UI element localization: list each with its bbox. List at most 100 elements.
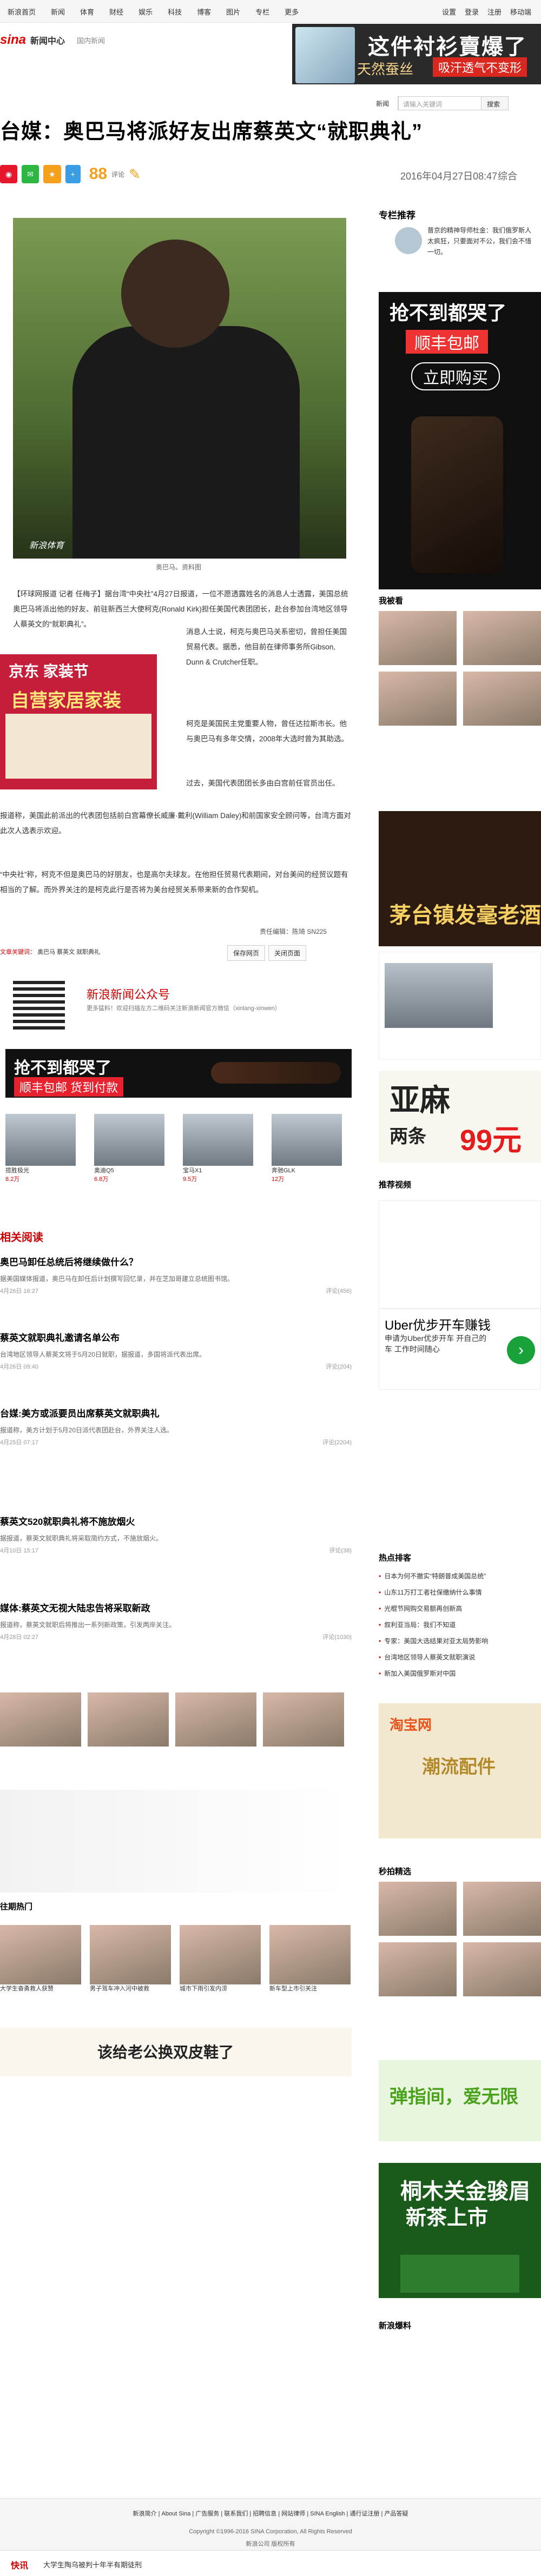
tag-link[interactable]: 奥巴马	[37, 949, 55, 955]
more-share-button[interactable]: +	[65, 165, 81, 183]
hot-text[interactable]: 日本为何不撤实“特朗普成美国总统”	[384, 1572, 486, 1580]
mobile-link[interactable]: 移动端	[506, 6, 536, 17]
spot-thumb[interactable]	[463, 1882, 541, 1936]
jd-ad[interactable]: 京东 家装节 自营家居家装	[0, 654, 157, 789]
nav-tech[interactable]: 科技	[160, 6, 189, 17]
footer-link[interactable]: 通行证注册	[349, 2511, 379, 2517]
site-logo[interactable]: sina 新闻中心 国内新闻	[0, 29, 105, 51]
footer-link[interactable]: 招聘信息	[253, 2511, 276, 2517]
car-ad[interactable]	[379, 952, 541, 1060]
related-comments[interactable]: 评论(2204)	[322, 1438, 352, 1446]
hot-item[interactable]: • 新加入美国俄罗斯对中国	[379, 1665, 541, 1682]
related-comments[interactable]: 评论(38)	[329, 1546, 352, 1555]
car-item[interactable]: 奥迪Q5 6.8万	[94, 1114, 164, 1183]
nav-photo[interactable]: 图片	[219, 6, 248, 17]
green-ad[interactable]: 弹指间，爱无限	[379, 2060, 541, 2141]
column-text[interactable]: 普京的精神导师杜金：我们俄罗斯人太疯狂，只要面对不公，我们会不惜一切。	[427, 225, 536, 257]
hot-item[interactable]: • 专家：美国大选结果对亚太局势影响	[379, 1633, 541, 1649]
linen-ad[interactable]: 亚麻 两条 99元	[379, 1071, 541, 1163]
footer-link[interactable]: 广告服务	[195, 2511, 219, 2517]
flash-text[interactable]: 大学生陶乌被判十年半有期徒刑	[43, 2559, 142, 2570]
footer-link[interactable]: 网站律师	[281, 2511, 305, 2517]
uber-ad[interactable]: Uber优步开车赚钱 申请为Uber优步开车 开自己的车 工作时间随心 ›	[379, 1309, 541, 1390]
breadcrumb[interactable]: 国内新闻	[77, 35, 105, 45]
related-title[interactable]: 奥巴马卸任总统后将继续做什么？	[0, 1254, 352, 1268]
car-item[interactable]: 奔驰GLK 12万	[272, 1114, 342, 1183]
related-title[interactable]: 台媒:美方或派要员出席蔡英文就职典礼	[0, 1406, 352, 1419]
register-link[interactable]: 注册	[483, 6, 506, 17]
weibo-share-button[interactable]: ◉	[0, 165, 18, 183]
strip-thumb[interactable]	[88, 1692, 169, 1747]
related-comments[interactable]: 评论(456)	[326, 1286, 352, 1295]
footer-link[interactable]: About Sina	[162, 2511, 191, 2517]
top-banner-ad[interactable]: 这件衬衫賣爆了 天然蚕丝 吸汗透气不变形	[292, 24, 541, 84]
shoe-ad[interactable]	[0, 1790, 346, 1893]
related-title[interactable]: 媒体:蔡英文无视大陆忠告将采取新政	[0, 1601, 352, 1614]
hot-text[interactable]: 山东11万打工者社保缴纳什么事情	[384, 1589, 481, 1596]
hot-text[interactable]: 新加入美国俄罗斯对中国	[384, 1670, 456, 1677]
shoe-banner[interactable]: 该给老公换双皮鞋了	[0, 2028, 352, 2076]
footer-link[interactable]: 联系我们	[224, 2511, 248, 2517]
footer-link[interactable]: 产品答疑	[384, 2511, 408, 2517]
video-widget[interactable]	[379, 1200, 541, 1309]
search-select[interactable]: 新闻	[373, 96, 398, 110]
car-item[interactable]: 宝马X1 9.5万	[183, 1114, 253, 1183]
bottom-bar[interactable]: 快讯 大学生陶乌被判十年半有期徒刑	[0, 2550, 541, 2576]
strip-thumb[interactable]	[175, 1692, 256, 1747]
feed-item[interactable]: 新车型上市引关注	[269, 1925, 351, 1993]
feed-item[interactable]: 男子驾车冲入河中被救	[90, 1925, 171, 1993]
uber-arrow-icon[interactable]: ›	[507, 1336, 535, 1364]
related-item[interactable]: 蔡英文就职典礼邀请名单公布 台湾地区领导人蔡英文将于5月20日就职，据报道，多国将…	[0, 1330, 352, 1371]
article-photo[interactable]: 新浪体育	[13, 218, 346, 559]
tag-link[interactable]: 蔡英文	[57, 949, 75, 955]
nav-blog[interactable]: 博客	[189, 6, 219, 17]
hot-text[interactable]: 台湾地区领导人蔡英文就职演说	[384, 1654, 475, 1661]
related-title[interactable]: 蔡英文就职典礼邀请名单公布	[0, 1330, 352, 1344]
hot-item[interactable]: • 山东11万打工者社保缴纳什么事情	[379, 1584, 541, 1601]
hot-text[interactable]: 光棍节网购交易额再创新高	[384, 1605, 462, 1612]
watch-thumb[interactable]	[379, 611, 457, 665]
avatar[interactable]	[395, 227, 422, 254]
watch-thumb[interactable]	[463, 672, 541, 726]
belt-ad[interactable]: 抢不到都哭了 顺丰包邮 立即购买	[379, 292, 541, 589]
liquor-ad[interactable]: 茅台镇发毫老酒	[379, 811, 541, 946]
related-comments[interactable]: 评论(1030)	[322, 1632, 352, 1641]
hot-item[interactable]: • 叙利亚当局：我们不知道	[379, 1617, 541, 1633]
pencil-icon[interactable]: ✎	[129, 166, 141, 183]
hot-item[interactable]: • 日本为何不撤实“特朗普成美国总统”	[379, 1568, 541, 1584]
nav-finance[interactable]: 财经	[102, 6, 131, 17]
tea-ad[interactable]: 桐木关金骏眉 新茶上市	[379, 2163, 541, 2298]
tag-link[interactable]: 就职典礼	[76, 949, 100, 955]
settings-link[interactable]: 设置	[438, 6, 460, 17]
hot-item[interactable]: • 光棍节网购交易额再创新高	[379, 1601, 541, 1617]
nav-sports[interactable]: 体育	[72, 6, 102, 17]
wechat-title[interactable]: 新浪新闻公众号	[87, 985, 170, 1002]
comment-count[interactable]: 88	[89, 165, 107, 183]
feed-item[interactable]: 大学生奋勇救人获赞	[0, 1925, 81, 1993]
related-item[interactable]: 媒体:蔡英文无视大陆忠告将采取新政 报道称，蔡英文就职后将推出一系列新政策，引发两…	[0, 1601, 352, 1641]
related-title[interactable]: 蔡英文520就职典礼将不施放烟火	[0, 1514, 352, 1528]
mid-banner-ad[interactable]: 抢不到都哭了 顺丰包邮 货到付款	[5, 1049, 352, 1098]
sina-logo[interactable]: sina	[0, 32, 26, 48]
nav-column[interactable]: 专栏	[248, 6, 277, 17]
hot-text[interactable]: 专家：美国大选结果对亚太局势影响	[384, 1637, 488, 1645]
footer-link[interactable]: SINA English	[310, 2511, 345, 2517]
footer-link[interactable]: 新浪简介	[133, 2511, 157, 2517]
strip-thumb[interactable]	[263, 1692, 344, 1747]
wechat-share-button[interactable]: ✉	[22, 165, 39, 183]
related-comments[interactable]: 评论(204)	[326, 1362, 352, 1371]
watch-thumb[interactable]	[463, 611, 541, 665]
strip-thumb[interactable]	[0, 1692, 81, 1747]
nav-home[interactable]: 新浪首页	[0, 6, 43, 17]
watch-thumb[interactable]	[379, 672, 457, 726]
related-item[interactable]: 奥巴马卸任总统后将继续做什么？ 据美国媒体报道，奥巴马在卸任后计划撰写回忆录，并在…	[0, 1254, 352, 1295]
hot-item[interactable]: • 台湾地区领导人蔡英文就职演说	[379, 1649, 541, 1665]
ad-cta[interactable]: 吸汗透气不变形	[433, 57, 527, 77]
close-page-button[interactable]: 关闭页面	[268, 945, 307, 961]
spot-thumb[interactable]	[379, 1942, 457, 1996]
section-name[interactable]: 新闻中心	[30, 34, 65, 47]
nav-ent[interactable]: 娱乐	[131, 6, 160, 17]
car-item[interactable]: 揽胜极光 8.2万	[5, 1114, 76, 1183]
login-link[interactable]: 登录	[460, 6, 483, 17]
nav-more[interactable]: 更多	[277, 6, 306, 17]
